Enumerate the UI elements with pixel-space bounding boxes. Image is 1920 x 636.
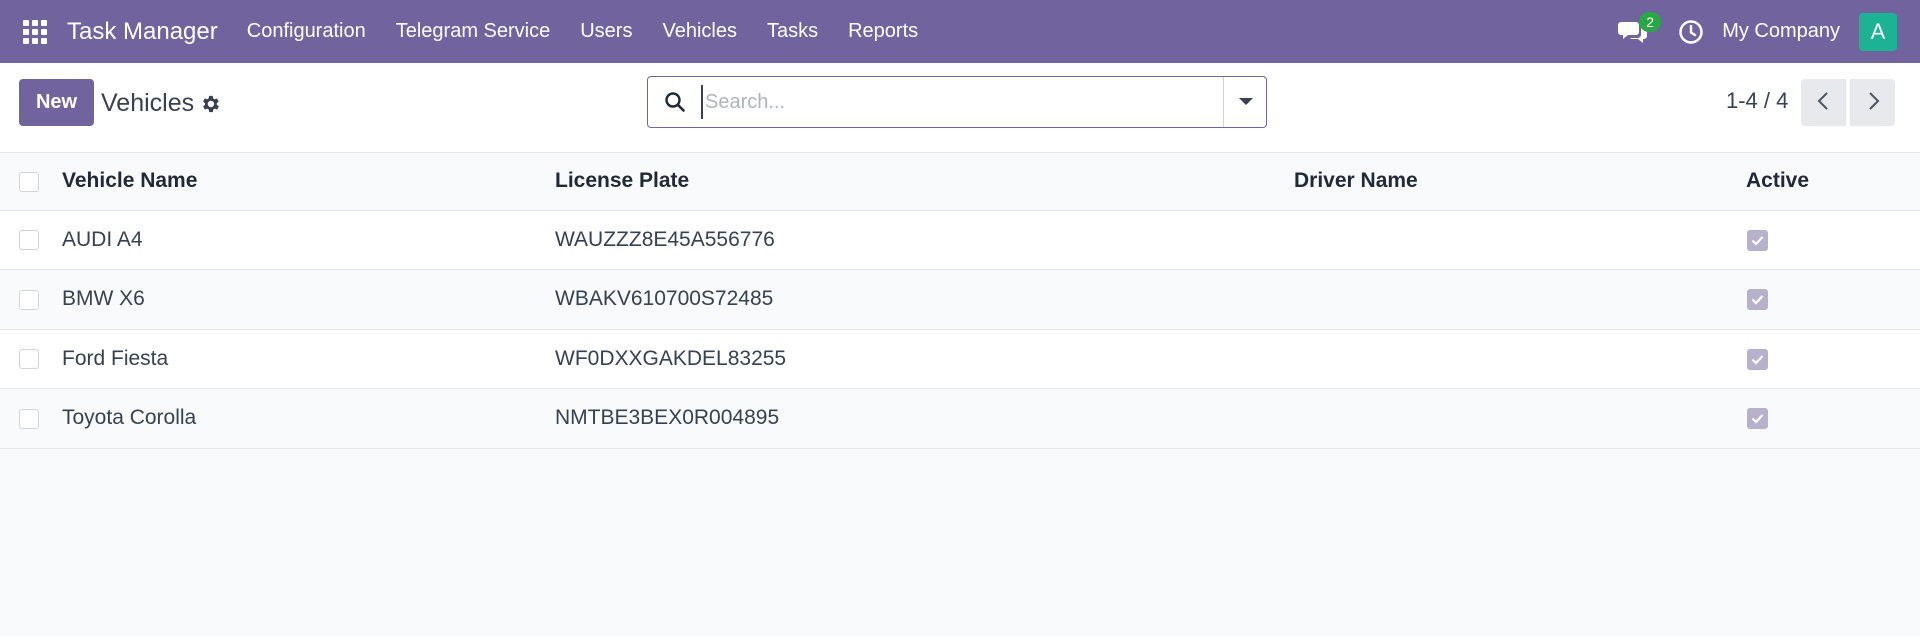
main-menu: Configuration Telegram Service Users Veh… — [232, 0, 933, 63]
search-input[interactable] — [701, 85, 1201, 119]
messages-icon[interactable]: 2 — [1618, 11, 1662, 46]
vehicle-name-cell[interactable]: BMW X6 — [62, 270, 555, 330]
page-title: Vehicles — [101, 89, 195, 117]
active-cell — [1746, 210, 1920, 270]
messages-count-badge: 2 — [1639, 11, 1662, 32]
row-select-cell — [0, 270, 62, 330]
active-checkbox — [1747, 408, 1768, 430]
driver-name-cell[interactable] — [1294, 389, 1746, 449]
column-header-vehicle-name[interactable]: Vehicle Name — [62, 153, 555, 210]
navbar-systray: 2 My Company A — [1618, 0, 1920, 63]
active-cell — [1746, 389, 1920, 449]
top-navbar: Task Manager Configuration Telegram Serv… — [0, 0, 1920, 63]
active-cell — [1746, 329, 1920, 389]
active-checkbox — [1747, 348, 1768, 370]
license-plate-cell[interactable]: WAUZZZ8E45A556776 — [555, 210, 1294, 270]
row-select-cell — [0, 329, 62, 389]
search-icon — [665, 92, 685, 112]
license-plate-cell[interactable]: NMTBE3BEX0R004895 — [555, 389, 1294, 449]
menu-item-tasks[interactable]: Tasks — [752, 0, 833, 63]
row-select-checkbox[interactable] — [19, 289, 39, 310]
vehicle-name-cell[interactable]: Toyota Corolla — [62, 389, 555, 449]
user-avatar[interactable]: A — [1859, 12, 1897, 51]
driver-name-cell[interactable] — [1294, 270, 1746, 330]
license-plate-cell[interactable]: WF0DXXGAKDEL83255 — [555, 329, 1294, 389]
license-plate-cell[interactable]: WBAKV610700S72485 — [555, 270, 1294, 330]
table-row[interactable]: Ford Fiesta WF0DXXGAKDEL83255 — [0, 329, 1920, 389]
table-row[interactable]: BMW X6 WBAKV610700S72485 — [0, 269, 1920, 330]
active-cell — [1746, 270, 1920, 330]
menu-item-vehicles[interactable]: Vehicles — [647, 0, 752, 63]
menu-item-users[interactable]: Users — [565, 0, 647, 63]
vehicle-name-cell[interactable]: AUDI A4 — [62, 210, 555, 270]
checkmark-icon — [1751, 295, 1764, 305]
search-bar — [647, 76, 1267, 128]
driver-name-cell[interactable] — [1294, 210, 1746, 270]
pager-value[interactable]: 1-4 / 4 — [1726, 88, 1788, 114]
table-row[interactable]: AUDI A4 WAUZZZ8E45A556776 — [0, 210, 1920, 270]
row-select-checkbox[interactable] — [19, 230, 39, 251]
checkmark-icon — [1751, 414, 1764, 424]
row-select-checkbox[interactable] — [19, 349, 39, 370]
menu-item-reports[interactable]: Reports — [833, 0, 933, 63]
control-panel: New Vehicles 1-4 / 4 — [0, 63, 1920, 153]
active-checkbox — [1747, 229, 1768, 251]
table-header-row: Vehicle Name License Plate Driver Name A… — [0, 153, 1920, 210]
select-all-cell — [0, 153, 62, 210]
chevron-right-icon — [1868, 92, 1879, 110]
column-header-active[interactable]: Active — [1746, 153, 1920, 210]
menu-item-configuration[interactable]: Configuration — [232, 0, 381, 63]
vehicles-list-table: Vehicle Name License Plate Driver Name A… — [0, 153, 1920, 449]
chevron-left-icon — [1817, 92, 1828, 110]
checkmark-icon — [1751, 235, 1764, 246]
app-brand[interactable]: Task Manager — [67, 18, 218, 46]
active-checkbox — [1747, 289, 1768, 311]
gear-icon[interactable] — [199, 93, 221, 115]
column-header-license-plate[interactable]: License Plate — [555, 153, 1294, 210]
apps-menu-icon[interactable] — [21, 18, 49, 46]
row-select-cell — [0, 389, 62, 449]
column-header-driver-name[interactable]: Driver Name — [1294, 153, 1746, 210]
pager-next-button[interactable] — [1850, 79, 1895, 126]
row-select-cell — [0, 210, 62, 270]
menu-item-telegram-service[interactable]: Telegram Service — [381, 0, 566, 63]
table-row[interactable]: Toyota Corolla NMTBE3BEX0R004895 — [0, 388, 1920, 449]
new-button[interactable]: New — [19, 79, 94, 126]
row-select-checkbox[interactable] — [19, 408, 39, 429]
select-all-checkbox[interactable] — [19, 171, 39, 192]
search-options-toggle[interactable] — [1224, 77, 1267, 127]
vehicle-name-cell[interactable]: Ford Fiesta — [62, 329, 555, 389]
pager-previous-button[interactable] — [1801, 79, 1846, 126]
driver-name-cell[interactable] — [1294, 329, 1746, 389]
company-switcher[interactable]: My Company — [1722, 20, 1840, 43]
activity-clock-icon[interactable] — [1678, 19, 1704, 45]
checkmark-icon — [1751, 354, 1764, 365]
